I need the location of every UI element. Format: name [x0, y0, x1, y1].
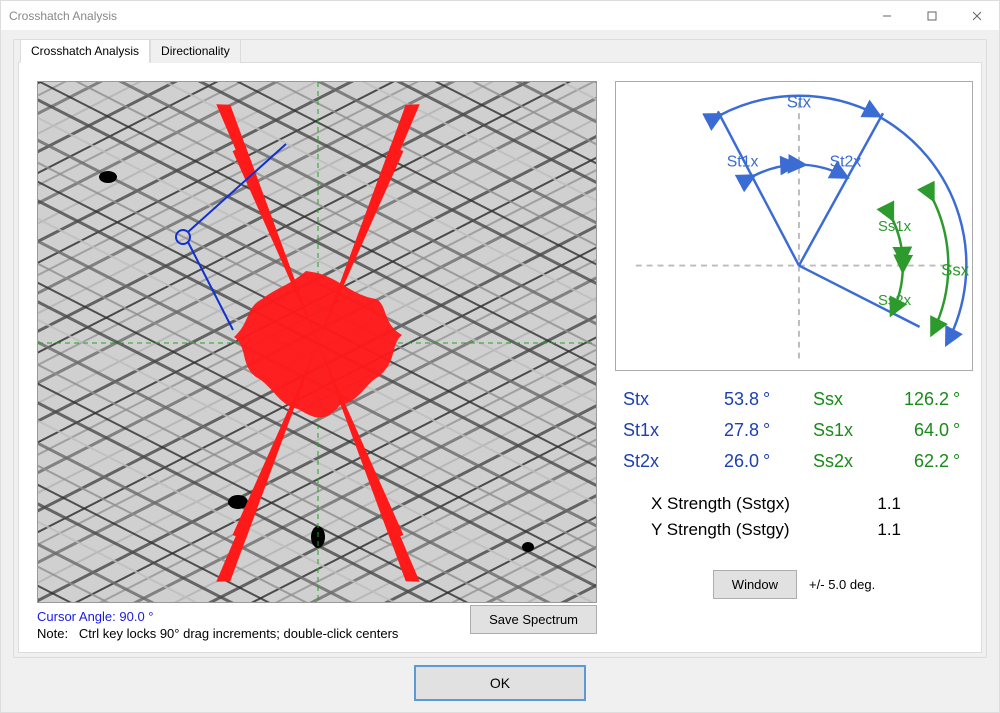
- save-spectrum-button[interactable]: Save Spectrum: [470, 605, 597, 634]
- ok-row: OK: [13, 658, 987, 706]
- st1x-value: 27.8: [693, 420, 763, 441]
- ss2x-value: 62.2: [883, 451, 953, 472]
- ss1x-label: Ss1x: [813, 420, 883, 441]
- x-strength-value: 1.1: [861, 494, 901, 514]
- window-row: Window +/- 5.0 deg.: [615, 570, 973, 599]
- ssx-value: 126.2: [883, 389, 953, 410]
- st2x-value: 26.0: [693, 451, 763, 472]
- tab-strip: Crosshatch Analysis Directionality: [20, 39, 241, 63]
- strength-block: X Strength (Sstgx) 1.1 Y Strength (Sstgy…: [651, 494, 973, 546]
- y-strength-label: Y Strength (Sstgy): [651, 520, 821, 540]
- right-column: Stx St1x St2x Ssx Ss1x Ss2x Stx 53.8: [615, 81, 973, 634]
- diagram-label-ss1x: Ss1x: [878, 219, 912, 235]
- diagram-label-st1x: St1x: [727, 154, 759, 171]
- stx-value: 53.8: [693, 389, 763, 410]
- window-title: Crosshatch Analysis: [9, 9, 117, 23]
- title-bar: Crosshatch Analysis: [1, 1, 999, 31]
- metrics-grid: Stx 53.8 ° Ssx 126.2 ° St1x 27.8 ° Ss1x: [623, 389, 973, 472]
- st2x-label: St2x: [623, 451, 693, 472]
- maximize-button[interactable]: [909, 1, 954, 31]
- close-button[interactable]: [954, 1, 999, 31]
- app-window: Crosshatch Analysis Crosshatch Analysis …: [0, 0, 1000, 713]
- diagram-label-st2x: St2x: [830, 154, 862, 171]
- diagram-label-ss2x: Ss2x: [878, 293, 912, 309]
- main-groupbox: Crosshatch Analysis Directionality: [13, 39, 987, 658]
- left-column: Cursor Angle: 90.0 ° Note: Ctrl key lock…: [37, 81, 597, 634]
- angle-diagram: Stx St1x St2x Ssx Ss1x Ss2x: [615, 81, 973, 371]
- spectrum-image[interactable]: [37, 81, 597, 603]
- client-area: Crosshatch Analysis Directionality: [1, 31, 999, 712]
- tab-crosshatch-analysis[interactable]: Crosshatch Analysis: [20, 39, 150, 63]
- ss2x-label: Ss2x: [813, 451, 883, 472]
- x-strength-label: X Strength (Sstgx): [651, 494, 821, 514]
- diagram-label-ssx: Ssx: [941, 260, 970, 279]
- ss1x-value: 64.0: [883, 420, 953, 441]
- window-button[interactable]: Window: [713, 570, 797, 599]
- ok-button[interactable]: OK: [415, 666, 585, 700]
- stx-label: Stx: [623, 389, 693, 410]
- tab-directionality[interactable]: Directionality: [150, 39, 241, 63]
- tab-panel: Cursor Angle: 90.0 ° Note: Ctrl key lock…: [18, 62, 982, 653]
- diagram-label-stx: Stx: [787, 92, 812, 111]
- window-tolerance: +/- 5.0 deg.: [809, 577, 875, 592]
- y-strength-value: 1.1: [861, 520, 901, 540]
- minimize-button[interactable]: [864, 1, 909, 31]
- st1x-label: St1x: [623, 420, 693, 441]
- ssx-label: Ssx: [813, 389, 883, 410]
